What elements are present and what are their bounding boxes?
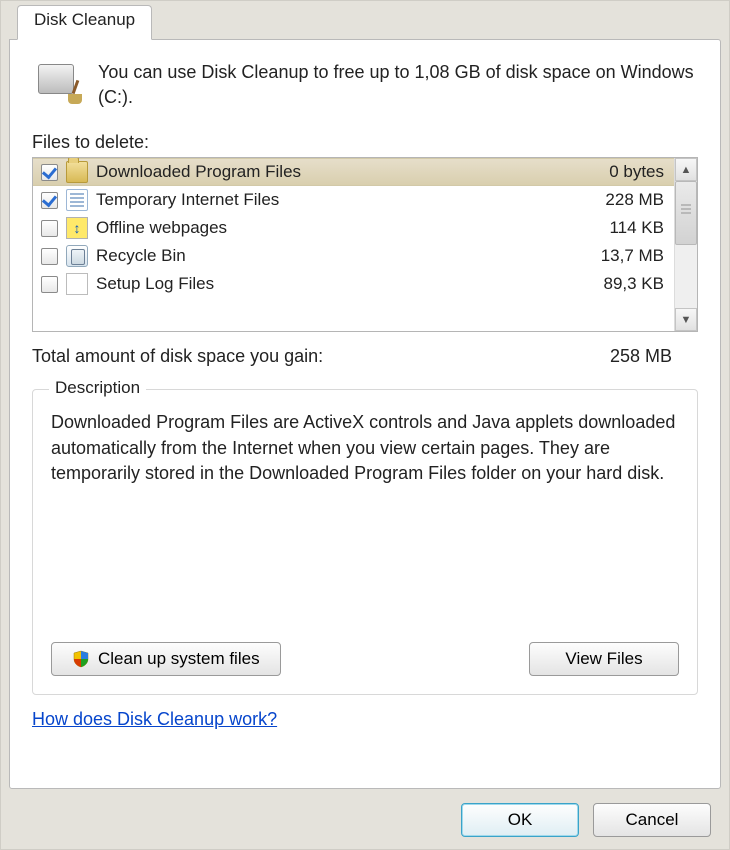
total-row: Total amount of disk space you gain: 258… <box>32 346 698 367</box>
file-row[interactable]: Downloaded Program Files 0 bytes <box>33 158 674 186</box>
files-list[interactable]: Downloaded Program Files 0 bytes Temporary… <box>33 158 674 331</box>
description-group: Description Downloaded Program Files are… <box>32 389 698 695</box>
file-name: Temporary Internet Files <box>96 190 566 210</box>
disk-cleanup-icon <box>38 60 80 102</box>
page-icon <box>66 273 88 295</box>
file-checkbox[interactable] <box>41 276 58 293</box>
description-legend: Description <box>49 378 146 398</box>
cancel-button[interactable]: Cancel <box>593 803 711 837</box>
intro-text: You can use Disk Cleanup to free up to 1… <box>98 60 698 110</box>
file-size: 114 KB <box>574 218 664 238</box>
file-checkbox[interactable] <box>41 220 58 237</box>
file-row[interactable]: Recycle Bin 13,7 MB <box>33 242 674 270</box>
file-name: Offline webpages <box>96 218 566 238</box>
file-size: 228 MB <box>574 190 664 210</box>
file-row[interactable]: Temporary Internet Files 228 MB <box>33 186 674 214</box>
file-checkbox[interactable] <box>41 192 58 209</box>
file-size: 0 bytes <box>574 162 664 182</box>
scroll-up-button[interactable]: ▲ <box>675 158 697 181</box>
file-checkbox[interactable] <box>41 164 58 181</box>
bin-icon <box>66 245 88 267</box>
file-size: 13,7 MB <box>574 246 664 266</box>
file-name: Downloaded Program Files <box>96 162 566 182</box>
file-row[interactable]: Setup Log Files 89,3 KB <box>33 270 674 298</box>
cleanup-system-files-button[interactable]: Clean up system files <box>51 642 281 676</box>
disk-cleanup-dialog: Disk Cleanup You can use Disk Cleanup to… <box>0 0 730 850</box>
ok-label: OK <box>508 810 533 830</box>
total-label: Total amount of disk space you gain: <box>32 346 323 367</box>
intro-row: You can use Disk Cleanup to free up to 1… <box>32 60 698 110</box>
description-text: Downloaded Program Files are ActiveX con… <box>51 410 679 486</box>
file-size: 89,3 KB <box>574 274 664 294</box>
scrollbar[interactable]: ▲ ▼ <box>674 158 697 331</box>
tab-disk-cleanup[interactable]: Disk Cleanup <box>17 5 152 40</box>
scroll-down-button[interactable]: ▼ <box>675 308 697 331</box>
help-link[interactable]: How does Disk Cleanup work? <box>32 709 277 730</box>
total-value: 258 MB <box>610 346 672 367</box>
web-icon <box>66 217 88 239</box>
doc-icon <box>66 189 88 211</box>
scroll-thumb[interactable] <box>675 181 697 245</box>
file-checkbox[interactable] <box>41 248 58 265</box>
tab-panel: You can use Disk Cleanup to free up to 1… <box>9 39 721 789</box>
file-row[interactable]: Offline webpages 114 KB <box>33 214 674 242</box>
cancel-label: Cancel <box>626 810 679 830</box>
help-link-text: How does Disk Cleanup work? <box>32 709 277 729</box>
folder-icon <box>66 161 88 183</box>
scroll-track[interactable] <box>675 181 697 308</box>
files-list-box: Downloaded Program Files 0 bytes Temporary… <box>32 157 698 332</box>
file-name: Setup Log Files <box>96 274 566 294</box>
file-name: Recycle Bin <box>96 246 566 266</box>
description-buttons: Clean up system files View Files <box>51 642 679 676</box>
files-to-delete-label: Files to delete: <box>32 132 698 153</box>
uac-shield-icon <box>72 650 90 668</box>
dialog-button-row: OK Cancel <box>461 803 711 837</box>
view-files-label: View Files <box>565 649 642 669</box>
tab-bar: Disk Cleanup <box>9 5 721 39</box>
ok-button[interactable]: OK <box>461 803 579 837</box>
view-files-button[interactable]: View Files <box>529 642 679 676</box>
tab-label: Disk Cleanup <box>34 10 135 29</box>
cleanup-system-files-label: Clean up system files <box>98 649 260 669</box>
